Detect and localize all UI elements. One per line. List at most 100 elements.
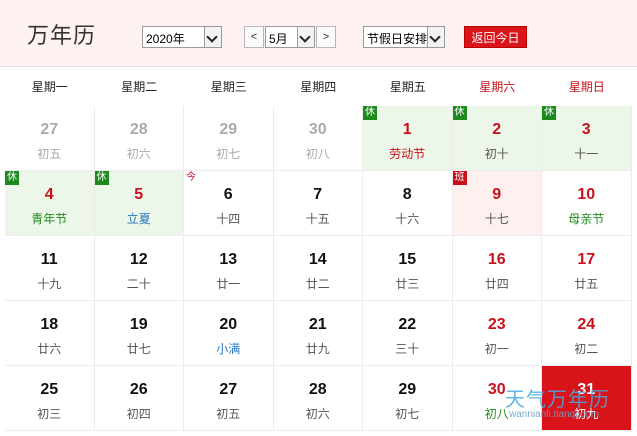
rest-day-badge: 休: [363, 106, 377, 120]
day-number: 14: [308, 251, 327, 268]
back-to-today-button[interactable]: 返回今日: [464, 26, 527, 48]
rest-day-badge: 休: [5, 171, 19, 185]
lunar-date-label: 初五: [216, 407, 241, 421]
day-number: 28: [129, 121, 148, 138]
day-number: 4: [44, 186, 54, 203]
calendar-day-cell[interactable]: 今 6 十四: [184, 171, 274, 236]
calendar-day-cell[interactable]: 27 初五: [5, 106, 95, 171]
calendar-day-cell[interactable]: 29 初七: [363, 366, 453, 431]
calendar-day-cell[interactable]: 26 初四: [94, 366, 184, 431]
day-number: 24: [577, 316, 596, 333]
weekday-label: 星期四: [300, 80, 337, 94]
lunar-date-label: 母亲节: [568, 212, 605, 226]
lunar-date-label: 十四: [216, 212, 241, 226]
calendar-day-cell[interactable]: 班 9 十七: [452, 171, 542, 236]
month-select[interactable]: 5月: [265, 26, 315, 48]
calendar-day-cell[interactable]: 8 十六: [363, 171, 453, 236]
lunar-date-label: 十九: [37, 277, 62, 291]
chevron-down-icon[interactable]: [427, 27, 444, 47]
calendar-day-cell[interactable]: 28 初六: [273, 366, 363, 431]
day-number: 15: [398, 251, 417, 268]
calendar-day-cell[interactable]: 12 二十: [94, 236, 184, 301]
day-number: 27: [40, 121, 59, 138]
lunar-date-label: 初六: [305, 407, 330, 421]
calendar-day-cell[interactable]: 15 廿三: [363, 236, 453, 301]
day-number: 29: [398, 381, 417, 398]
day-number: 12: [129, 251, 148, 268]
chevron-down-icon[interactable]: [297, 27, 314, 47]
rest-day-badge: 休: [542, 106, 556, 120]
lunar-date-label: 廿七: [126, 342, 151, 356]
day-number: 18: [40, 316, 59, 333]
calendar-day-cell[interactable]: 21 廿九: [273, 301, 363, 366]
next-month-button[interactable]: >: [316, 26, 336, 48]
day-number: 25: [40, 381, 59, 398]
weekday-label: 星期二: [121, 80, 158, 94]
day-number: 9: [492, 186, 502, 203]
lunar-date-label: 初十: [484, 147, 509, 161]
watermark-url: wannianli.tianqi.com: [509, 409, 600, 420]
day-number: 19: [129, 316, 148, 333]
day-number: 20: [219, 316, 238, 333]
lunar-date-label: 立夏: [126, 212, 151, 226]
calendar-day-cell[interactable]: 休 4 青年节: [5, 171, 95, 236]
lunar-date-label: 初四: [126, 407, 151, 421]
rest-day-badge: 休: [452, 106, 467, 120]
calendar-day-cell[interactable]: 11 十九: [5, 236, 95, 301]
calendar-day-cell[interactable]: 27 初五: [184, 366, 274, 431]
lunar-date-label: 十六: [395, 212, 420, 226]
day-number: 29: [219, 121, 238, 138]
month-select-value: 5月: [269, 32, 288, 46]
lunar-date-label: 十五: [305, 212, 330, 226]
calendar-day-cell[interactable]: 休 5 立夏: [94, 171, 184, 236]
calendar-day-cell[interactable]: 16 廿四: [452, 236, 542, 301]
calendar-day-cell[interactable]: 7 十五: [273, 171, 363, 236]
lunar-date-label: 初七: [216, 147, 241, 161]
day-number: 8: [402, 186, 412, 203]
calendar-day-cell[interactable]: 14 廿二: [273, 236, 363, 301]
day-number: 26: [129, 381, 148, 398]
lunar-date-label: 小满: [216, 342, 241, 356]
calendar-day-cell[interactable]: 24 初二: [542, 301, 632, 366]
day-number: 5: [134, 186, 144, 203]
holiday-schedule-select[interactable]: 节假日安排: [363, 26, 445, 48]
calendar-day-cell[interactable]: 休 3 十一: [542, 106, 632, 171]
lunar-date-label: 廿九: [305, 342, 330, 356]
calendar-day-cell[interactable]: 20 小满: [184, 301, 274, 366]
calendar-day-cell[interactable]: 休 2 初十: [452, 106, 542, 171]
day-number: 1: [402, 121, 412, 138]
calendar-day-cell[interactable]: 休 1 劳动节: [363, 106, 453, 171]
lunar-date-label: 初一: [484, 342, 509, 356]
calendar-day-cell[interactable]: 18 廿六: [5, 301, 95, 366]
lunar-date-label: 三十: [395, 342, 420, 356]
lunar-date-label: 初七: [395, 407, 420, 421]
lunar-date-label: 廿四: [484, 277, 509, 291]
calendar-day-cell[interactable]: 25 初三: [5, 366, 95, 431]
lunar-date-label: 初二: [574, 342, 599, 356]
day-number: 21: [308, 316, 327, 333]
workday-badge: 班: [452, 171, 467, 185]
day-number: 11: [40, 251, 58, 268]
weekday-label: 星期日: [568, 80, 605, 94]
weekday-label: 星期一: [31, 80, 68, 94]
holiday-schedule-value: 节假日安排: [367, 32, 428, 46]
prev-month-button[interactable]: <: [244, 26, 264, 48]
calendar-day-cell[interactable]: 10 母亲节: [542, 171, 632, 236]
watermark-brand: 天气万年历: [505, 389, 610, 411]
day-number: 13: [219, 251, 238, 268]
calendar-day-cell[interactable]: 17 廿五: [542, 236, 632, 301]
calendar-day-cell[interactable]: 23 初一: [452, 301, 542, 366]
day-number: 3: [581, 121, 591, 138]
year-select[interactable]: 2020年: [142, 26, 222, 48]
calendar-day-cell[interactable]: 29 初七: [184, 106, 274, 171]
lunar-date-label: 廿五: [574, 277, 599, 291]
calendar-day-cell[interactable]: 22 三十: [363, 301, 453, 366]
lunar-date-label: 初三: [37, 407, 62, 421]
calendar-day-cell[interactable]: 13 廿一: [184, 236, 274, 301]
calendar-day-cell[interactable]: 19 廿七: [94, 301, 184, 366]
lunar-date-label: 十一: [574, 147, 599, 161]
chevron-down-icon[interactable]: [204, 27, 221, 47]
calendar-day-cell[interactable]: 28 初六: [94, 106, 184, 171]
lunar-date-label: 劳动节: [389, 147, 426, 161]
calendar-day-cell[interactable]: 30 初八: [273, 106, 363, 171]
